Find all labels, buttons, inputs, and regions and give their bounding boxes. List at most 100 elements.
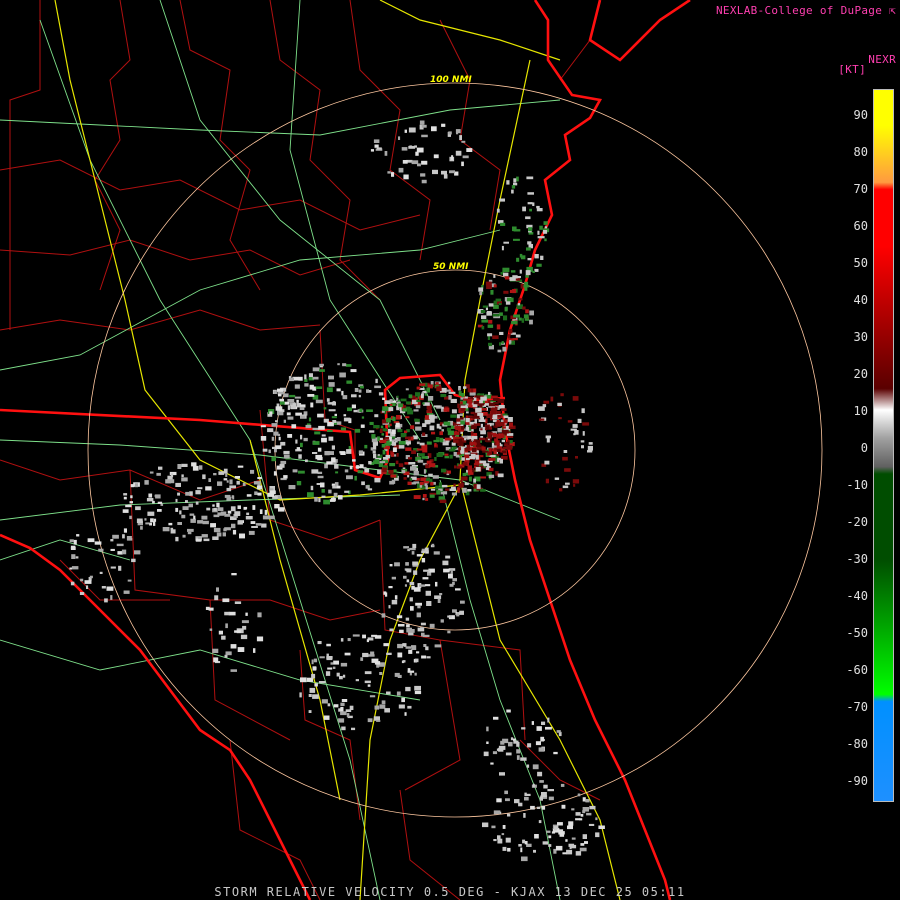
echo-pixel: [225, 623, 228, 629]
echo-pixel: [350, 369, 357, 373]
echo-pixel: [434, 644, 442, 648]
echo-pixel: [585, 799, 590, 803]
echo-pixel: [228, 611, 236, 616]
echo-pixel: [518, 298, 523, 301]
echo-pixel: [540, 736, 545, 742]
echo-pixel: [598, 825, 605, 829]
echo-pixel: [513, 178, 517, 183]
echo-pixel: [506, 709, 511, 713]
echo-pixel: [522, 839, 526, 844]
echo-pixel: [323, 407, 327, 410]
echo-pixel: [420, 622, 426, 626]
echo-pixel: [496, 324, 501, 330]
echo-pixel: [513, 314, 520, 318]
echo-pixel: [192, 465, 199, 471]
echo-pixel: [512, 226, 517, 232]
echo-pixel: [232, 529, 237, 535]
echo-pixel: [130, 495, 133, 499]
echo-pixel: [344, 652, 351, 656]
echo-pixel: [208, 478, 211, 482]
echo-pixel: [312, 694, 319, 699]
echo-pixel: [497, 473, 504, 478]
echo-pixel: [231, 573, 237, 576]
echo-pixel: [467, 489, 472, 492]
echo-pixel: [389, 423, 392, 426]
echo-pixel: [312, 427, 319, 430]
echo-pixel: [122, 534, 125, 539]
echo-pixel: [472, 415, 480, 419]
colorbar-tick: -90: [846, 774, 868, 788]
echo-pixel: [187, 531, 192, 535]
echo-pixel: [461, 161, 464, 167]
echo-pixel: [326, 643, 331, 647]
echo-pixel: [407, 481, 412, 485]
echo-pixel: [185, 491, 191, 496]
colorbar-tick: -50: [846, 626, 868, 640]
echo-pixel: [318, 425, 325, 430]
echo-pixel: [366, 409, 373, 412]
echo-pixel: [392, 416, 396, 422]
echo-pixel: [571, 844, 577, 849]
echo-pixel: [431, 431, 436, 435]
echo-pixel: [577, 793, 581, 797]
echo-pixel: [134, 483, 138, 488]
echo-pixel: [562, 456, 568, 461]
echo-pixel: [79, 592, 85, 595]
echo-pixel: [386, 691, 391, 695]
echo-pixel: [299, 692, 302, 698]
echo-pixel: [452, 446, 457, 450]
echo-pixel: [283, 450, 290, 455]
echo-pixel: [501, 408, 507, 411]
echo-pixel: [375, 378, 378, 384]
echo-pixel: [381, 444, 386, 448]
echo-pixel: [413, 481, 420, 484]
colorbar-tick: 60: [853, 219, 868, 233]
echo-pixel: [452, 609, 457, 613]
echo-pixel: [391, 452, 395, 457]
echo-pixel: [416, 651, 420, 654]
echo-pixel: [248, 530, 255, 535]
echo-pixel: [526, 247, 531, 251]
echo-pixel: [417, 605, 421, 609]
echo-pixel: [492, 751, 498, 755]
echo-pixel: [467, 465, 472, 471]
echo-pixel: [402, 160, 408, 164]
echo-pixel: [488, 319, 493, 324]
echo-pixel: [224, 654, 228, 658]
echo-pixel: [387, 171, 391, 174]
echo-pixel: [543, 784, 548, 789]
echo-pixel: [411, 551, 415, 555]
echo-pixel: [230, 669, 237, 672]
echo-pixel: [289, 377, 294, 382]
echo-pixel: [373, 453, 377, 459]
echo-pixel: [384, 400, 391, 404]
echo-pixel: [326, 653, 329, 656]
echo-pixel: [406, 569, 412, 573]
echo-pixel: [310, 485, 314, 491]
echo-pixel: [525, 275, 529, 278]
echo-pixel: [538, 820, 542, 824]
echo-pixel: [582, 834, 587, 839]
echo-pixel: [146, 498, 154, 502]
echo-pixel: [283, 454, 290, 459]
echo-pixel: [382, 449, 386, 455]
echo-pixel: [572, 396, 579, 401]
echo-pixel: [110, 548, 115, 551]
echo-pixel: [417, 163, 421, 167]
echo-pixel: [512, 289, 517, 294]
echo-pixel: [333, 704, 339, 708]
echo-pixel: [362, 652, 369, 658]
echo-pixel: [343, 417, 351, 422]
echo-pixel: [532, 764, 539, 770]
echo-pixel: [287, 416, 294, 420]
echo-pixel: [374, 661, 381, 665]
echo-pixel: [562, 485, 569, 489]
echo-pixel: [455, 129, 461, 134]
echo-pixel: [292, 469, 298, 473]
echo-pixel: [439, 593, 443, 596]
echo-pixel: [511, 320, 518, 325]
echo-pixel: [413, 570, 418, 575]
echo-pixel: [269, 411, 273, 415]
echo-pixel: [416, 399, 421, 402]
credit-label: NEXLAB-College of DuPage ⇱: [716, 4, 896, 17]
